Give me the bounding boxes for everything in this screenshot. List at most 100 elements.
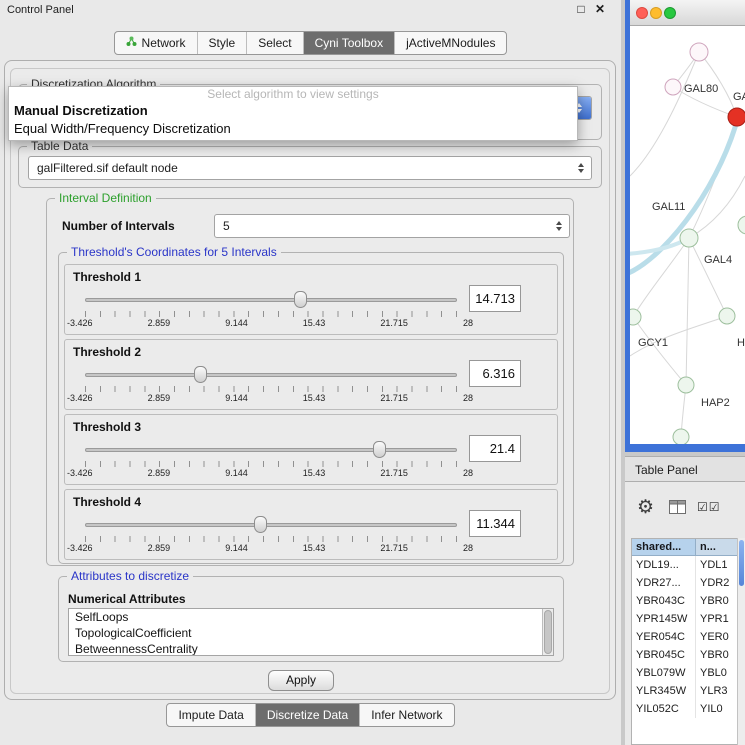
slider-track[interactable] [85,448,457,452]
threshold-slider[interactable] [85,291,457,309]
table-row[interactable]: YPR145WYPR1 [632,610,745,628]
table-cell[interactable]: YDR27... [632,574,696,592]
tab-infer-network[interactable]: Infer Network [360,704,453,726]
popup-options: Manual DiscretizationEqual Width/Frequen… [9,102,577,138]
table-row[interactable]: YBR043CYBR0 [632,592,745,610]
network-node[interactable] [678,377,694,393]
table-row[interactable]: YLR345WYLR3 [632,682,745,700]
network-graph-svg[interactable]: GAL80 GA GAL11 GAL4 GCY1 H HAP2 [630,26,745,444]
tab-select[interactable]: Select [247,32,303,54]
table-row[interactable]: YER054CYER0 [632,628,745,646]
threshold-slider[interactable] [85,441,457,459]
popup-option-equal-width-frequency-discretization[interactable]: Equal Width/Frequency Discretization [9,120,577,138]
network-node[interactable] [690,43,708,61]
table-row[interactable]: YBR045CYBR0 [632,646,745,664]
network-node[interactable] [738,216,745,234]
tab-jactivemnodules[interactable]: jActiveMNodules [395,32,506,54]
scrollbar-thumb[interactable] [544,610,552,654]
network-node[interactable] [719,308,735,324]
table-panel-body: ⚙ ☑☑ shared... n... YDL19...YDL1YDR27...… [625,482,745,745]
popup-option-manual-discretization[interactable]: Manual Discretization [9,102,577,120]
threshold-slider[interactable] [85,366,457,384]
table-cell[interactable]: YBR045C [632,646,696,664]
slider-handle[interactable] [194,366,207,383]
list-item-betweennesscentrality[interactable]: BetweennessCentrality [69,641,553,656]
apply-button[interactable]: Apply [268,670,334,691]
tab-label: Select [258,36,291,50]
threshold-value-field[interactable]: 21.4 [469,435,521,462]
threshold-label: Threshold 2 [73,345,141,359]
slider-handle[interactable] [294,291,307,308]
control-panel: Control Panel □ ✕ NetworkStyleSelectCyni… [0,0,621,745]
top-tab-bar: Network Style Select Cyni ToolboxjActiveMNo… [0,31,621,55]
slider-track[interactable] [85,373,457,377]
table-row[interactable]: YBL079WYBL0 [632,664,745,682]
float-window-button[interactable]: □ [573,2,589,16]
network-canvas[interactable]: GAL80 GA GAL11 GAL4 GCY1 H HAP2 [630,26,745,444]
table-scrollbar[interactable] [737,538,745,745]
table-cell[interactable]: YER054C [632,628,696,646]
table-cell[interactable]: YBR043C [632,592,696,610]
selected-red-node[interactable] [728,108,745,126]
select-columns-icon[interactable]: ☑☑ [697,500,721,514]
table-row[interactable]: YDR27...YDR2 [632,574,745,592]
tick-label: 15.43 [303,318,326,328]
network-node[interactable] [673,429,689,444]
threshold-value-field[interactable]: 6.316 [469,360,521,387]
spinner-arrows-icon[interactable] [578,163,584,173]
threshold-slider[interactable] [85,516,457,534]
num-intervals-value: 5 [223,215,539,237]
tick-label: 9.144 [225,318,248,328]
slider-handle[interactable] [254,516,267,533]
network-node[interactable] [680,229,698,247]
tab-network[interactable]: Network [115,32,198,54]
slider-tick-labels: -3.4262.8599.14415.4321.71528 [67,468,473,478]
minimize-traffic-light-icon[interactable] [650,7,662,19]
tab-discretize-data[interactable]: Discretize Data [256,704,360,726]
tab-impute-data[interactable]: Impute Data [167,704,255,726]
table-row[interactable]: YIL052CYIL0 [632,700,745,718]
popup-placeholder: Select algorithm to view settings [9,87,577,102]
close-traffic-light-icon[interactable] [636,7,648,19]
tick-label: -3.426 [67,543,93,553]
tick-label: 15.43 [303,393,326,403]
threshold-label: Threshold 1 [73,270,141,284]
gear-icon[interactable]: ⚙ [637,494,654,522]
num-intervals-combobox[interactable]: 5 [214,214,570,238]
attributes-list[interactable]: SelfLoopsTopologicalCoefficientBetweenne… [68,608,554,656]
maximize-traffic-light-icon[interactable] [664,7,676,19]
network-node[interactable] [665,79,681,95]
threshold-value-field[interactable]: 11.344 [469,510,521,537]
table-panel-bar[interactable]: Table Panel [625,456,745,482]
tick-label: -3.426 [67,318,93,328]
threshold-block: Threshold 1-3.4262.8599.14415.4321.71528… [64,264,558,335]
table-cell[interactable]: YIL052C [632,700,696,718]
scrollbar-thumb[interactable] [739,540,744,586]
network-node[interactable] [630,309,641,325]
numerical-attributes-label: Numerical Attributes [68,592,186,606]
table-data-combobox[interactable]: galFiltered.sif default node [28,156,592,180]
list-item-selfloops[interactable]: SelfLoops [69,609,553,625]
tab-label: Discretize Data [267,708,348,722]
columns-icon[interactable] [669,500,687,520]
slider-handle[interactable] [373,441,386,458]
tab-cyni-toolbox[interactable]: Cyni Toolbox [304,32,395,54]
slider-track[interactable] [85,298,457,302]
slider-track[interactable] [85,523,457,527]
table-header-cell[interactable]: shared... [632,539,696,556]
table-cell[interactable]: YPR145W [632,610,696,628]
table-cell[interactable]: YLR345W [632,682,696,700]
threshold-value-field[interactable]: 14.713 [469,285,521,312]
table-cell[interactable]: YDL19... [632,556,696,574]
table-cell[interactable]: YBL079W [632,664,696,682]
spinner-arrows-icon[interactable] [556,221,562,231]
close-window-button[interactable]: ✕ [592,2,608,16]
tab-label: Style [209,36,236,50]
tab-style[interactable]: Style [198,32,248,54]
table-row[interactable]: YDL19...YDL1 [632,556,745,574]
attributes-list-scrollbar[interactable] [542,609,553,655]
list-item-topologicalcoefficient[interactable]: TopologicalCoefficient [69,625,553,641]
network-node-label: H [737,337,745,349]
network-view-titlebar[interactable] [630,0,745,26]
threshold-block: Threshold 3-3.4262.8599.14415.4321.71528… [64,414,558,485]
